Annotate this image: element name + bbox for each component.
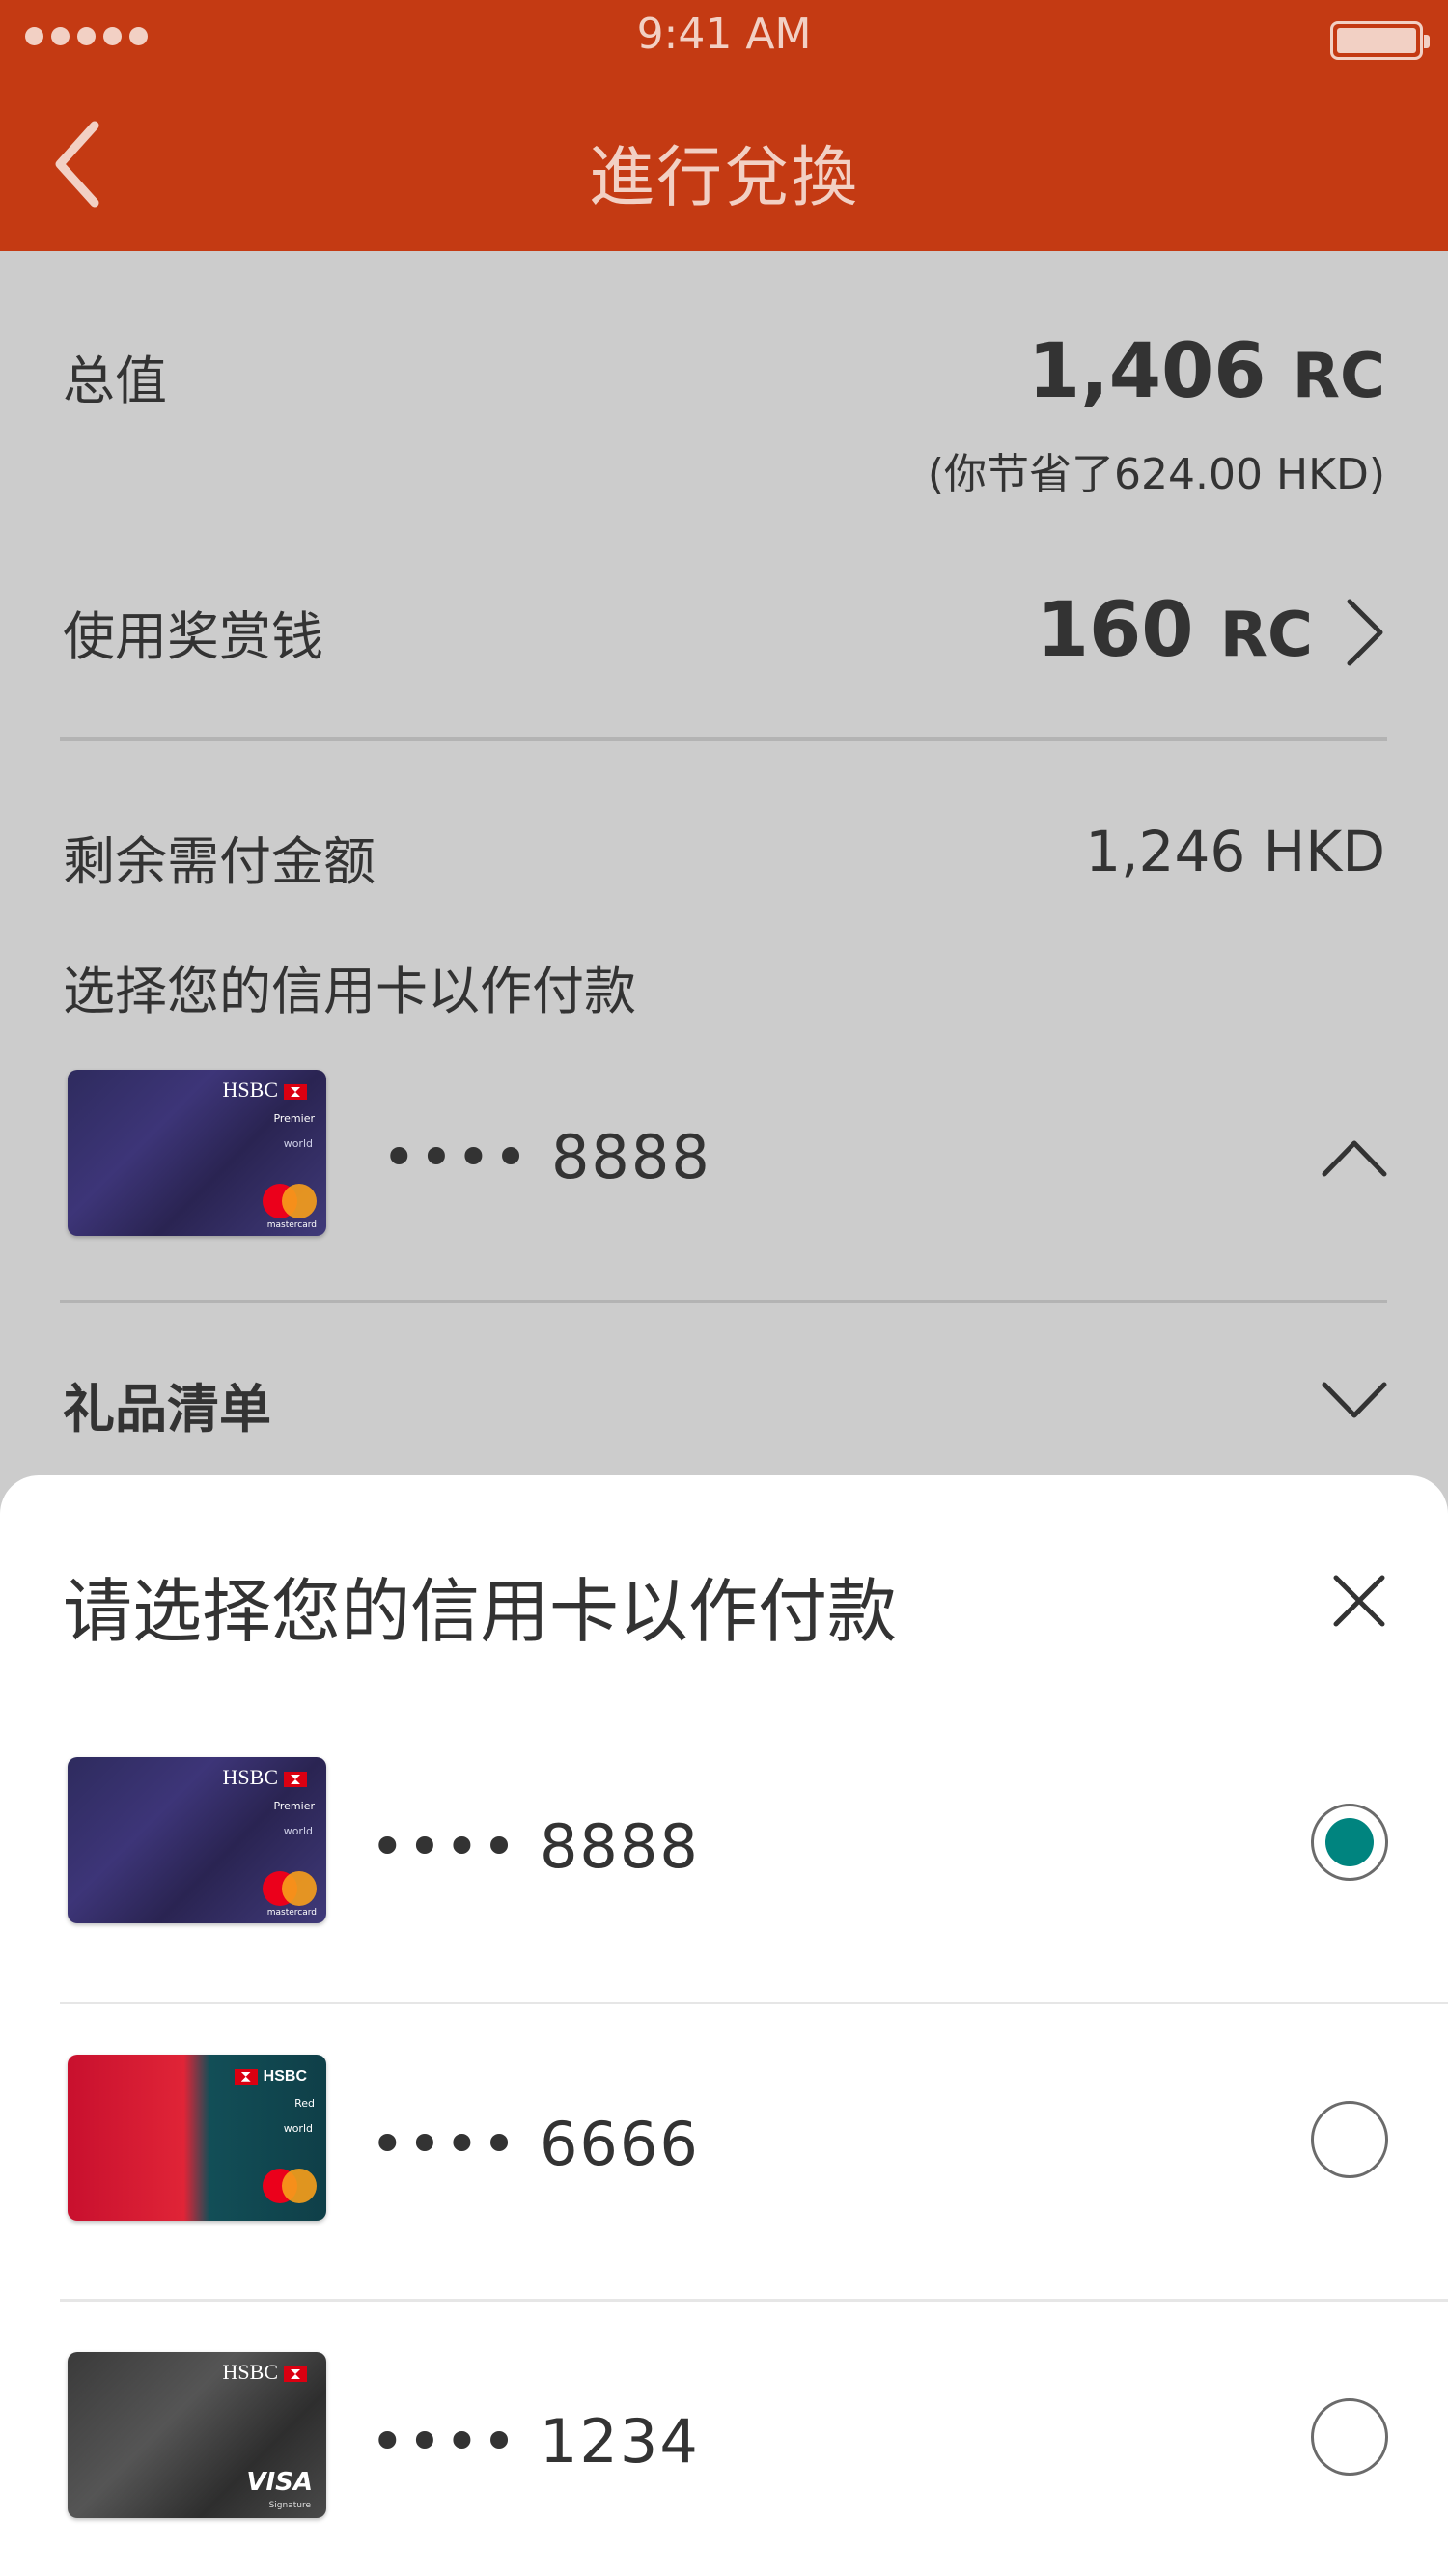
card-tier-sub: world [283,1137,313,1150]
page-title: 進行兌換 [588,140,859,216]
card-option[interactable]: HSBC Premier world mastercard •••• 8888 [0,1707,1448,2004]
total-label: 总值 [63,350,167,411]
redemption-summary: 总值 1,406 RC (你节省了624.00 HKD) 使用奖赏钱 160 R… [0,251,1448,1506]
divider [60,1300,1387,1303]
status-bar: 9:41 AM [0,0,1448,75]
card-network: mastercard [266,1908,317,1918]
chevron-up-icon[interactable] [1321,1130,1388,1188]
card-image: HSBC VISA Signature [68,2352,326,2518]
card-brand: HSBC [234,2068,307,2086]
divider [60,737,1387,741]
reward-unit: RC [1219,600,1313,671]
card-tier: Premier [273,1112,315,1125]
mastercard-logo-icon [263,1184,317,1218]
card-tier-sub: Signature [268,2501,311,2510]
visa-logo-icon: VISA [246,2468,313,2497]
card-select-sheet: 请选择您的信用卡以作付款 HSBC Premier world masterca… [0,1475,1448,2576]
card-number: •••• 8888 [370,1811,700,1882]
battery-icon [1330,21,1430,60]
card-number: •••• 1234 [370,2406,700,2477]
mastercard-logo-icon [263,2169,317,2203]
sheet-title: 请选择您的信用卡以作付款 [63,1571,898,1652]
saving-text: (你节省了624.00 HKD) [927,450,1385,499]
card-tier-sub: world [283,2122,313,2135]
radio-icon[interactable] [1311,2398,1388,2476]
card-brand: HSBC [223,1078,307,1103]
chevron-right-icon[interactable] [1342,594,1388,671]
card-network: mastercard [266,1220,317,1230]
card-number: •••• 6666 [370,2109,700,2179]
card-brand: HSBC [223,2360,307,2385]
selected-card-image[interactable]: HSBC Premier world mastercard [68,1070,326,1236]
radio-icon[interactable] [1311,1804,1388,1881]
choose-card-label: 选择您的信用卡以作付款 [63,961,636,1022]
reward-amount: 160 [1036,587,1194,674]
remaining-value: 1,246 HKD [1085,819,1385,884]
reward-value[interactable]: 160 RC [1037,587,1313,674]
card-tier-sub: world [283,1825,313,1837]
selected-card-number[interactable]: •••• 8888 [381,1122,711,1192]
close-icon[interactable] [1330,1572,1388,1630]
total-unit: RC [1292,341,1385,412]
total-amount: 1,406 [1027,328,1267,415]
radio-icon[interactable] [1311,2101,1388,2178]
card-brand: HSBC [223,1765,307,1790]
mastercard-logo-icon [263,1871,317,1906]
total-value: 1,406 RC [1028,328,1385,415]
chevron-down-icon[interactable] [1321,1371,1388,1429]
card-image: HSBC Red world [68,2055,326,2221]
reward-label[interactable]: 使用奖赏钱 [63,594,323,670]
card-image: HSBC Premier world mastercard [68,1757,326,1923]
status-time: 9:41 AM [636,10,812,59]
card-tier: Red [294,2097,315,2110]
top-bar: 9:41 AM 進行兌換 [0,0,1448,251]
gift-list-label[interactable]: 礼品清单 [63,1366,271,1442]
card-option[interactable]: HSBC VISA Signature •••• 1234 [0,2302,1448,2576]
card-tier: Premier [273,1800,315,1812]
card-option[interactable]: HSBC Red world •••• 6666 [0,2004,1448,2302]
remaining-label: 剩余需付金额 [63,831,376,892]
